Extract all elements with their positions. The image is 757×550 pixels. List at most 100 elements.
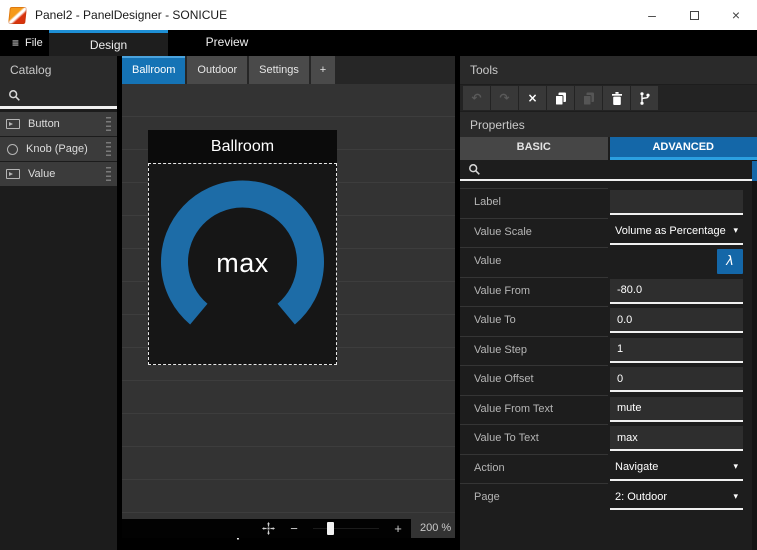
tab-basic[interactable]: BASIC	[460, 137, 608, 160]
value-from-field[interactable]	[610, 278, 743, 304]
add-page-tab-button[interactable]: +	[310, 56, 335, 84]
property-label: Page	[474, 491, 500, 503]
property-label: Label	[474, 196, 501, 208]
panel-widget: Ballroom max	[148, 130, 337, 365]
window-title: Panel2 - PanelDesigner - SONICUE	[35, 8, 228, 22]
tab-design[interactable]: Design	[49, 30, 168, 56]
paste-button[interactable]	[575, 86, 602, 110]
menu-bar: ≡ File Design Preview	[0, 30, 757, 56]
close-button[interactable]: ×	[715, 0, 757, 30]
properties-tab-bar: BASIC ADVANCED	[460, 137, 757, 160]
property-label: Value To Text	[474, 432, 539, 444]
action-dropdown[interactable]: Navigate ▾	[610, 456, 743, 481]
knob-widget-selected[interactable]: max	[148, 163, 337, 365]
value-lambda-button[interactable]: λ	[717, 249, 743, 274]
maximize-button[interactable]	[673, 0, 715, 30]
window-controls: – ×	[631, 0, 757, 30]
catalog-header: Catalog	[0, 56, 117, 84]
zoom-slider-handle[interactable]	[327, 522, 334, 535]
redo-button[interactable]: ↷	[491, 86, 518, 110]
maximize-icon	[689, 10, 699, 20]
label-field[interactable]	[610, 190, 743, 215]
scrollbar-thumb[interactable]	[752, 161, 757, 181]
property-row: Value To Text	[460, 424, 752, 454]
catalog-item-list: Button Knob (Page) Value	[0, 112, 117, 186]
file-menu[interactable]: ≡ File	[0, 30, 55, 56]
catalog-item-label: Button	[28, 118, 60, 130]
value-step-field[interactable]	[610, 337, 743, 363]
catalog-item-value[interactable]: Value	[0, 162, 117, 186]
zoom-controls: − +	[122, 519, 411, 538]
property-label: Value Step	[474, 343, 528, 356]
page-dropdown[interactable]: 2: Outdoor ▾	[610, 485, 743, 510]
catalog-item-button[interactable]: Button	[0, 112, 117, 136]
page-tab-outdoor[interactable]: Outdoor	[187, 56, 248, 84]
search-icon	[469, 164, 480, 175]
cut-button[interactable]: ×	[519, 86, 546, 110]
property-label: Action	[474, 461, 505, 474]
file-menu-label: File	[25, 37, 43, 49]
drag-handle-icon[interactable]	[106, 141, 111, 157]
property-row: Value Scale Volume as Percentage ▾	[460, 217, 752, 248]
knob-value-label: max	[216, 248, 269, 278]
title-bar: Panel2 - PanelDesigner - SONICUE – ×	[0, 0, 757, 30]
value-icon	[6, 169, 20, 179]
center-view-button[interactable]	[255, 522, 281, 535]
tab-advanced[interactable]: ADVANCED	[609, 137, 757, 160]
cut-icon: ×	[527, 91, 538, 105]
property-row: Action Navigate ▾	[460, 453, 752, 484]
property-label: Value Offset	[474, 373, 534, 385]
page-tab-bar: Ballroom Outdoor Settings +	[122, 56, 455, 84]
properties-scrollbar[interactable]	[752, 160, 757, 550]
zoom-out-button[interactable]: −	[281, 519, 307, 538]
design-canvas[interactable]: Ballroom max	[122, 84, 455, 542]
copy-pages-icon	[555, 92, 566, 105]
drag-handle-icon[interactable]	[106, 116, 111, 132]
property-label: Value	[474, 255, 502, 267]
delete-button[interactable]	[603, 86, 630, 110]
copy-button[interactable]	[547, 86, 574, 110]
tools-toolbar: ↶ ↷ ×	[460, 85, 757, 111]
app-window: Panel2 - PanelDesigner - SONICUE – × ≡ F…	[0, 0, 757, 550]
undo-button[interactable]: ↶	[463, 86, 490, 110]
property-row: Value Offset	[460, 365, 752, 395]
branch-button[interactable]	[631, 86, 658, 110]
value-from-text-field[interactable]	[610, 396, 743, 422]
button-icon	[6, 119, 20, 129]
properties-header: Properties	[460, 112, 757, 137]
zoom-in-button[interactable]: +	[385, 519, 411, 538]
catalog-item-label: Value	[28, 168, 56, 180]
property-label: Value To	[474, 314, 516, 326]
catalog-item-label: Knob (Page)	[26, 143, 88, 155]
chevron-down-icon: ▾	[733, 491, 738, 502]
tab-preview[interactable]: Preview	[170, 30, 284, 56]
dropdown-value: 2: Outdoor	[615, 490, 667, 503]
panel-title: Ballroom	[148, 130, 337, 163]
tools-properties-panel: Tools ↶ ↷ × Properties BASIC ADVANCED La…	[460, 56, 757, 550]
catalog-item-knob-page[interactable]: Knob (Page)	[0, 137, 117, 161]
undo-icon: ↶	[471, 91, 482, 105]
catalog-search-input[interactable]	[0, 84, 117, 109]
chevron-down-icon: ▾	[733, 226, 738, 236]
property-label: Value From	[474, 284, 531, 297]
redo-icon: ↷	[499, 91, 510, 105]
value-to-field[interactable]	[610, 308, 743, 333]
property-row: Value λ	[460, 247, 752, 277]
hamburger-icon: ≡	[12, 36, 20, 50]
zoom-level-label: 200 %	[411, 519, 455, 538]
knob-icon	[7, 143, 18, 155]
property-row: Label	[460, 188, 752, 218]
page-tab-settings[interactable]: Settings	[249, 56, 309, 84]
zoom-slider[interactable]	[313, 519, 379, 538]
minimize-button[interactable]: –	[631, 0, 673, 30]
trash-icon	[611, 91, 622, 105]
page-tab-ballroom[interactable]: Ballroom	[122, 56, 186, 84]
properties-list: Label Value Scale Volume as Percentage ▾…	[460, 183, 752, 550]
properties-search-input[interactable]	[460, 160, 752, 181]
property-row: Value From	[460, 276, 752, 307]
drag-handle-icon[interactable]	[106, 166, 111, 182]
value-offset-field[interactable]	[610, 367, 743, 392]
value-to-text-field[interactable]	[610, 426, 743, 451]
value-scale-dropdown[interactable]: Volume as Percentage ▾	[610, 220, 743, 245]
dropdown-value: Volume as Percentage	[615, 225, 726, 237]
